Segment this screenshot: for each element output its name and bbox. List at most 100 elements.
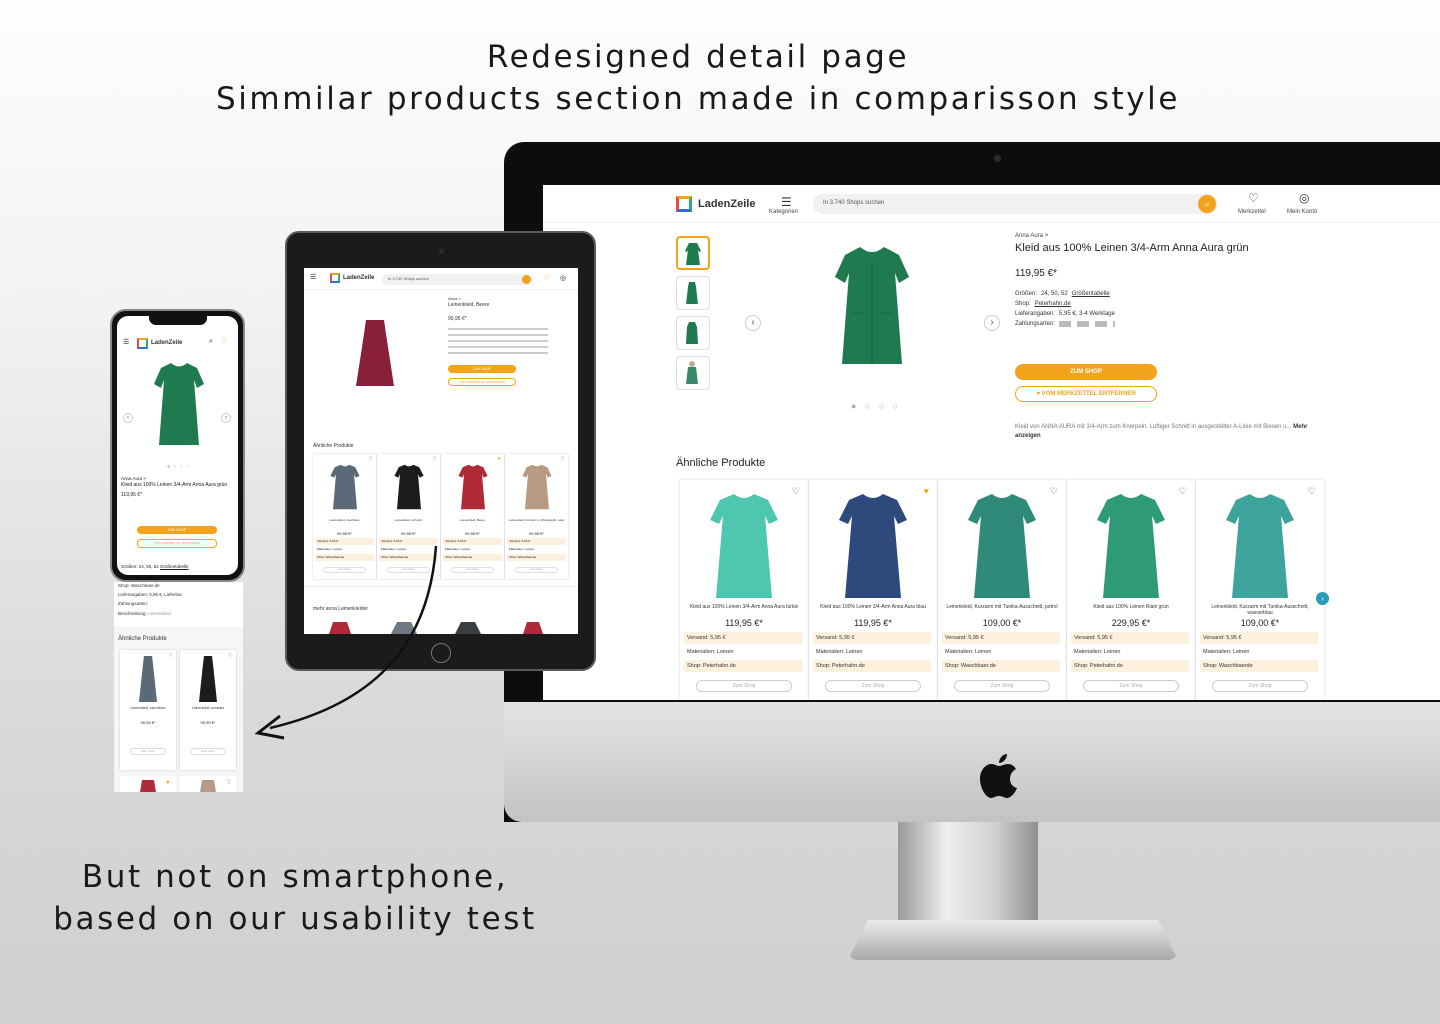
product-image [960, 490, 1044, 602]
heart-icon[interactable]: ♡ [1050, 486, 1058, 497]
zum-shop-button[interactable]: Zum Shop [1212, 680, 1308, 692]
shop-link[interactable]: Peterhahn.de [1035, 301, 1071, 307]
remove-merkzettel-button[interactable]: VOM MERKZETTEL ENTFERNEN [448, 378, 516, 386]
more-cards-peek: ♥ ♡ [120, 776, 236, 792]
similar-product-card[interactable]: ♡ Leinenkleid, rauchblau 99,95 €* Zum Sh… [120, 650, 176, 770]
merkzettel-icon[interactable]: ♡ [1248, 191, 1259, 205]
heart-icon[interactable]: ♥ [498, 456, 501, 462]
product-name: Kleid aus 100% Leinen 3/4-Arm Anna Aura … [689, 604, 799, 610]
account-label[interactable]: Mein Konto [1287, 209, 1317, 215]
product-price: 99,95 €* [401, 531, 416, 536]
categories-label[interactable]: Kategorien [769, 209, 798, 215]
menu-icon[interactable]: ☰ [310, 273, 316, 281]
search-input[interactable]: In 3.740 Shops suchen ⌕ [813, 194, 1218, 214]
iphone-mockup: ☰ LadenZeile ⌕ ♡ ‹ › ● ○ ○ ○ Anna Aura >… [110, 309, 245, 582]
account-icon[interactable]: ◎ [1299, 191, 1309, 205]
similar-product-card[interactable]: ♡ Leinenkleid, Kurzarm mit Tunika-Ausschn… [938, 480, 1066, 700]
site-logo[interactable]: LadenZeile [151, 340, 182, 346]
zum-shop-button[interactable]: Zum Shop [515, 567, 558, 573]
product-price: 99,95 €* [140, 720, 156, 725]
heart-icon[interactable]: ♡ [169, 653, 173, 659]
image-carousel-dots[interactable]: ● ○ ○ ○ [167, 464, 190, 470]
prev-image-button[interactable]: ‹ [123, 413, 133, 423]
zum-shop-button[interactable]: Zum Shop [451, 567, 494, 573]
merkzettel-label[interactable]: Merkzettel [1238, 209, 1266, 215]
product-thumbnail[interactable] [676, 276, 710, 310]
merkzettel-icon[interactable]: ♡ [544, 274, 550, 282]
heart-icon[interactable]: ♡ [1179, 486, 1187, 497]
sizes-row: Größen: 24, 50, 52 Größentabelle [1015, 291, 1435, 297]
zum-shop-button[interactable]: Zum Shop [130, 748, 166, 755]
product-thumbnail[interactable] [676, 316, 710, 350]
search-placeholder: In 3.740 Shops suchen [388, 276, 429, 281]
product-name: Leinenkleid, schwarz [191, 706, 225, 710]
remove-merkzettel-button[interactable]: VOM MERKZETTEL ENTFERNEN [137, 539, 217, 548]
product-thumbnail[interactable] [676, 236, 710, 270]
heart-icon[interactable]: ♡ [369, 456, 373, 462]
material-attr: Materialien: Leinen [1200, 646, 1318, 658]
similar-product-card[interactable]: ♡ Leinenkleid, Kurzarm mit Tunika-Ausschn… [1196, 480, 1324, 700]
ladenzeile-logo-icon[interactable] [137, 338, 148, 349]
product-image [831, 490, 915, 602]
shop-attr: Shop: Waschbaer.de [942, 660, 1060, 672]
similar-product-card[interactable]: ♡ Leinenkleid, Kurzarm in Wickeloptik, na… [505, 454, 568, 579]
search-input[interactable]: In 3.740 Shops suchen [382, 274, 532, 285]
camera-dot [439, 249, 444, 254]
payment-icons [1059, 321, 1116, 327]
similar-next-button[interactable]: › [1316, 592, 1329, 605]
site-logo[interactable]: LadenZeile [698, 198, 755, 210]
account-icon[interactable]: ◎ [560, 274, 566, 282]
product-name: Leinenkleid, schwarz [394, 518, 423, 522]
product-thumbnail[interactable] [676, 356, 710, 390]
menu-icon[interactable]: ☰ [781, 195, 792, 209]
product-title: Kleid aus 100% Leinen 3/4-Arm Anna Aura … [1015, 242, 1249, 254]
prev-image-button[interactable]: ‹ [745, 315, 761, 331]
next-image-button[interactable]: › [984, 315, 1000, 331]
zum-shop-button[interactable]: ZUM SHOP [1015, 364, 1157, 380]
material-attr: Materialien: Leinen [1071, 646, 1189, 658]
material-attr: Materialien: Leinen [684, 646, 802, 658]
heart-icon[interactable]: ♡ [229, 653, 233, 659]
heart-icon[interactable]: ♡ [561, 456, 565, 462]
heart-icon[interactable]: ♡ [433, 456, 437, 462]
zum-shop-button[interactable]: Zum Shop [696, 680, 792, 692]
breadcrumb[interactable]: Anna Aura > [1015, 233, 1435, 239]
zum-shop-button[interactable]: Zum Shop [1083, 680, 1179, 692]
heart-icon[interactable]: ♥ [924, 486, 929, 496]
zum-shop-button[interactable]: ZUM SHOP [137, 526, 217, 534]
product-name: Leinenkleid, Kurzarm in Wickeloptik, nat… [508, 518, 565, 522]
ladenzeile-logo-icon[interactable] [330, 273, 340, 283]
similar-product-card[interactable]: ♥ Kleid aus 100% Leinen 3/4-Arm Anna Aura… [809, 480, 937, 700]
apple-logo-icon [980, 754, 1017, 798]
site-logo[interactable]: LadenZeile [343, 275, 374, 281]
product-price: 99,95 €* [200, 720, 216, 725]
tablet-header: ☰ LadenZeile In 3.740 Shops suchen ♡ ◎ [304, 268, 578, 290]
search-icon[interactable]: ⌕ [209, 338, 213, 346]
similar-product-card[interactable]: ♡ Kleid aus 100% Leinen 3/4-Arm Anna Aura… [680, 480, 808, 700]
search-icon[interactable]: ⌕ [1198, 195, 1216, 213]
search-icon[interactable] [522, 275, 531, 284]
heart-icon[interactable]: ♡ [1308, 486, 1316, 497]
zum-shop-button[interactable]: ZUM SHOP [448, 365, 516, 373]
zum-shop-button[interactable]: Zum Shop [954, 680, 1050, 692]
similar-product-card[interactable]: ♥ Leinenkleid, Beere 99,95 €* Versand: 5,95… [441, 454, 504, 579]
shop-attr: Shop: Peterhahn.de [813, 660, 931, 672]
similar-product-card[interactable]: ♡ Leinenkleid, schwarz 99,95 €* Zum Shop [180, 650, 236, 770]
similar-product-card[interactable]: ♡ Kleid aus 100% Leinen Riani grün 229,95 … [1067, 480, 1195, 700]
svg-text:♡: ♡ [226, 779, 231, 786]
ladenzeile-logo-icon[interactable] [676, 196, 692, 212]
product-image [519, 458, 555, 521]
remove-merkzettel-button[interactable]: ♥ VOM MERKZETTEL ENTFERNEN [1015, 386, 1157, 402]
product-info: Anna Aura > Kleid aus 100% Leinen 3/4-Ar… [1015, 233, 1435, 327]
shipping-attr: Versand: 5,95 € [942, 632, 1060, 644]
zum-shop-button[interactable]: Zum Shop [190, 748, 226, 755]
sizes-label: Größen: [1015, 291, 1038, 297]
size-table-link[interactable]: Größentabelle [160, 564, 189, 569]
size-table-link[interactable]: Größentabelle [1072, 291, 1110, 297]
heart-icon[interactable]: ♡ [792, 486, 800, 497]
image-carousel-dots[interactable]: ● ○ ○ ○ [851, 401, 901, 411]
zum-shop-button[interactable]: Zum Shop [825, 680, 921, 692]
merkzettel-icon[interactable]: ♡ [221, 338, 227, 346]
menu-icon[interactable]: ☰ [123, 338, 129, 346]
next-image-button[interactable]: › [221, 413, 231, 423]
